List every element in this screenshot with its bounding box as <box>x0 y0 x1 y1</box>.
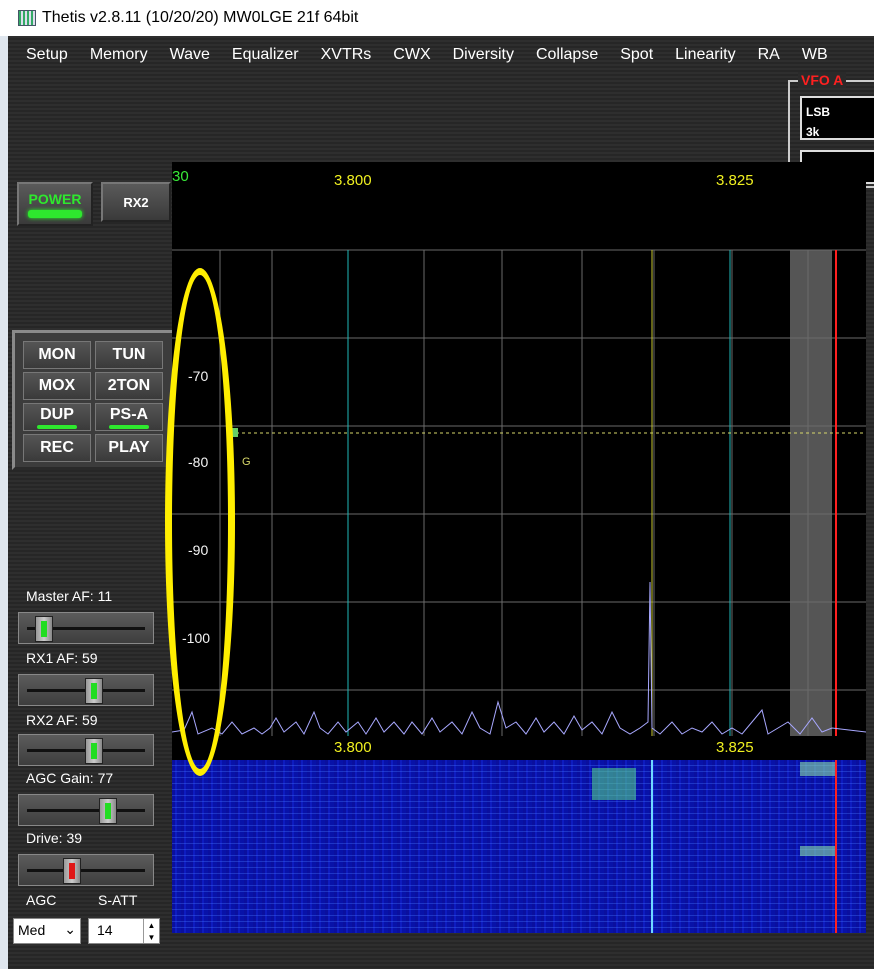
rx2-af-thumb[interactable] <box>85 738 103 764</box>
menu-ra[interactable]: RA <box>748 46 792 64</box>
desktop-edge <box>0 36 8 969</box>
menu-setup[interactable]: Setup <box>8 46 80 64</box>
menu-equalizer[interactable]: Equalizer <box>222 46 311 64</box>
menu-linearity[interactable]: Linearity <box>665 46 747 64</box>
panadapter-grid <box>172 249 866 736</box>
satt-label: S-ATT <box>98 892 138 908</box>
tun-button[interactable]: TUN <box>95 341 163 369</box>
rx2-button[interactable]: RX2 <box>101 182 171 222</box>
menu-memory[interactable]: Memory <box>80 46 160 64</box>
satt-value: 14 <box>97 922 113 938</box>
agc-gain-label: AGC Gain: 77 <box>26 770 114 786</box>
rx-filter-passband <box>790 250 832 736</box>
vfo-a-label: VFO A <box>798 72 847 88</box>
rx2-af-slider[interactable] <box>18 734 154 766</box>
master-af-thumb[interactable] <box>35 616 53 642</box>
agc-gain-slider[interactable] <box>18 794 154 826</box>
rec-button[interactable]: REC <box>23 434 91 462</box>
menu-wave[interactable]: Wave <box>160 46 222 64</box>
app-icon <box>18 10 36 26</box>
vfo-filter: 3k <box>806 125 820 139</box>
mon-button[interactable]: MON <box>23 341 91 369</box>
menu-cwx[interactable]: CWX <box>383 46 442 64</box>
master-af-slider[interactable] <box>18 612 154 644</box>
rx1-af-label: RX1 AF: 59 <box>26 650 98 666</box>
menu-bar: Setup Memory Wave Equalizer XVTRs CWX Di… <box>8 36 874 74</box>
spinner-arrows-icon[interactable]: ▲ ▼ <box>143 919 159 943</box>
power-led <box>28 209 82 218</box>
panadapter[interactable]: 30 3.800 3.825 -70 -80 -90 -100 G <box>172 162 866 736</box>
drive-label: Drive: 39 <box>26 830 83 846</box>
tun-label: TUN <box>112 346 146 363</box>
agc-label: AGC <box>26 892 57 908</box>
psa-button[interactable]: PS-A <box>95 403 163 431</box>
rx2-label: RX2 <box>123 194 149 210</box>
panadapter-corner-value: 30 <box>172 168 189 185</box>
wf-freq-label: 3.800 <box>334 739 372 756</box>
dup-led <box>37 424 77 429</box>
agc-gain-track <box>27 809 145 812</box>
waterfall-signal <box>800 846 836 856</box>
pan-freq-label: 3.800 <box>334 172 372 189</box>
menu-wb[interactable]: WB <box>792 46 840 64</box>
satt-spinner[interactable]: 14 ▲ ▼ <box>88 918 160 944</box>
pan-freq-label: 3.825 <box>716 172 754 189</box>
rx1-af-thumb[interactable] <box>85 678 103 704</box>
agc-gain-thumb[interactable] <box>99 798 117 824</box>
rec-label: REC <box>40 439 74 456</box>
menu-collapse[interactable]: Collapse <box>526 46 610 64</box>
tx-button-panel: MON TUN MOX 2TON DUP PS-A REC PLAY <box>12 330 176 470</box>
rx2-af-label: RX2 AF: 59 <box>26 712 98 728</box>
agc-select-value: Med <box>18 922 46 938</box>
mox-button[interactable]: MOX <box>23 372 91 400</box>
title-bar: Thetis v2.8.11 (10/20/20) MW0LGE 21f 64b… <box>0 0 874 36</box>
spectrum-trace <box>172 581 866 736</box>
agc-select[interactable]: Med ⌄ <box>13 918 81 944</box>
panadapter-graph <box>172 249 866 736</box>
waterfall[interactable] <box>172 760 866 933</box>
window-title: Thetis v2.8.11 (10/20/20) MW0LGE 21f 64b… <box>42 9 359 26</box>
power-label: POWER <box>28 190 82 207</box>
menu-xvtrs[interactable]: XVTRs <box>311 46 384 64</box>
drive-thumb[interactable] <box>63 858 81 884</box>
drive-track <box>27 869 145 872</box>
menu-spot[interactable]: Spot <box>610 46 665 64</box>
waterfall-overlay <box>592 760 837 933</box>
play-button[interactable]: PLAY <box>95 434 163 462</box>
play-label: PLAY <box>108 439 150 456</box>
dup-button[interactable]: DUP <box>23 403 91 431</box>
vfo-mode: LSB <box>806 105 830 119</box>
highlight-ellipse <box>165 268 235 776</box>
psa-led <box>109 424 149 429</box>
master-af-label: Master AF: 11 <box>26 588 113 604</box>
chevron-down-icon: ⌄ <box>64 921 76 937</box>
noise-marker-label: G <box>242 456 251 468</box>
psa-label: PS-A <box>109 405 149 423</box>
dup-label: DUP <box>40 405 74 423</box>
waterfall-freq-bar: 3.800 3.825 <box>172 736 866 760</box>
power-button[interactable]: POWER <box>17 182 93 226</box>
waterfall-signal <box>592 768 636 800</box>
mox-label: MOX <box>38 377 76 394</box>
rx1-af-slider[interactable] <box>18 674 154 706</box>
2ton-button[interactable]: 2TON <box>95 372 163 400</box>
drive-slider[interactable] <box>18 854 154 886</box>
vfo-a-display[interactable]: LSB 3k <box>800 96 874 140</box>
waterfall-signal <box>800 762 836 776</box>
mon-label: MON <box>38 346 76 363</box>
wf-freq-label: 3.825 <box>716 739 754 756</box>
2ton-label: 2TON <box>107 377 151 394</box>
menu-diversity[interactable]: Diversity <box>443 46 526 64</box>
